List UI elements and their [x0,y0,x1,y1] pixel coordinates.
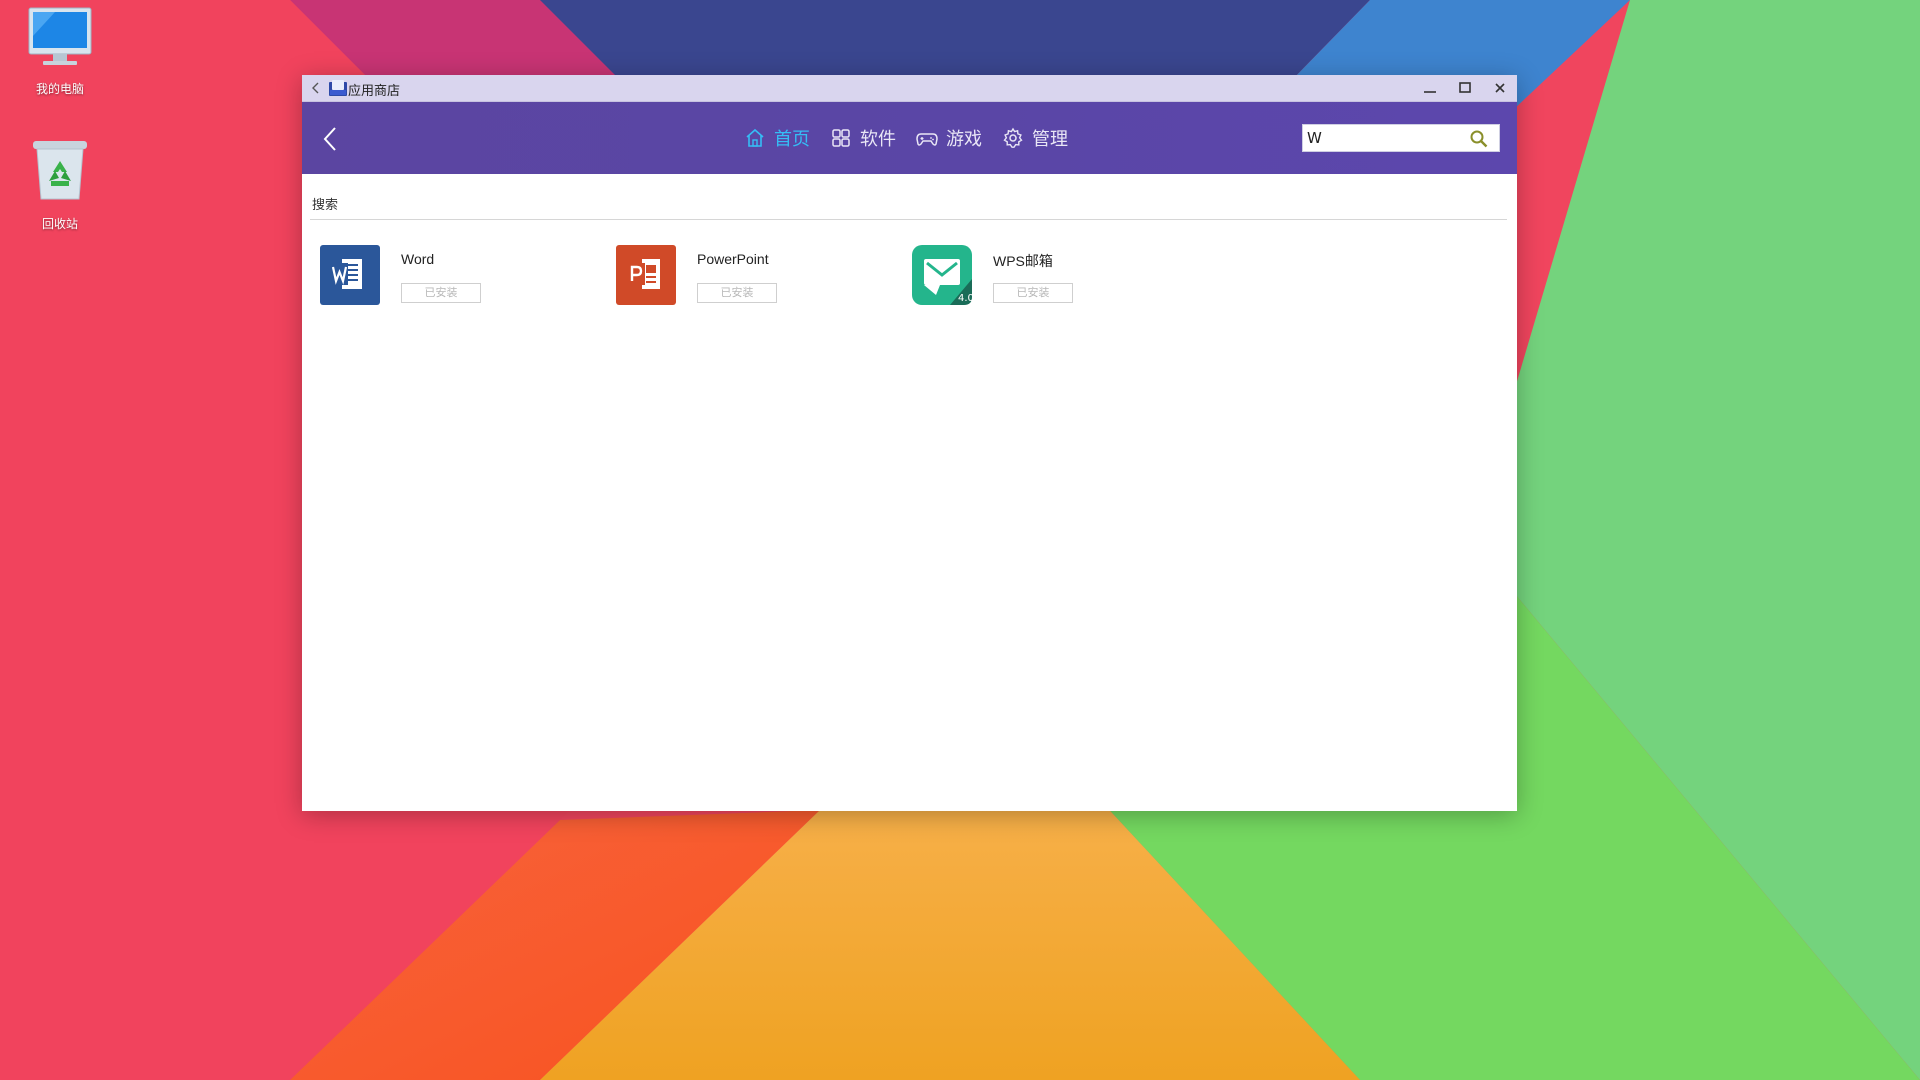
store-header: 首页 软件 游戏 管理 W [302,102,1517,174]
powerpoint-icon [616,245,676,305]
app-card-wps-mail[interactable]: 4.0 WPS邮箱 已安装 [910,243,1190,309]
app-store-icon [329,80,347,96]
titlebar-back-icon[interactable] [308,79,324,97]
desktop-icon-recycle-bin[interactable]: 回收站 [0,137,120,232]
app-name: PowerPoint [697,251,769,267]
desktop-icon-my-computer[interactable]: 我的电脑 [0,6,120,97]
nav-item-games[interactable]: 游戏 [916,125,982,151]
section-title: 搜索 [312,198,339,213]
nav-item-software[interactable]: 软件 [830,125,896,151]
gamepad-icon [916,133,938,146]
installed-button[interactable]: 已安装 [697,283,777,303]
app-name: Word [401,251,435,267]
main-nav: 首页 软件 游戏 管理 [744,122,1088,154]
search-input[interactable] [1307,127,1457,149]
minimize-icon [1424,91,1436,93]
svg-text:4.0: 4.0 [958,293,974,304]
app-store-window: 应用商店 首页 软件 游戏 管理 W 搜索 Word 已安装 PowerPoin… [302,75,1517,811]
close-button[interactable] [1489,78,1511,98]
nav-item-label: 管理 [1032,129,1068,150]
nav-item-manage[interactable]: 管理 [1002,125,1068,151]
grid-icon [832,129,850,147]
minimize-button[interactable] [1419,78,1441,98]
maximize-icon [1459,82,1471,93]
home-icon [746,128,764,147]
back-arrow-icon[interactable] [318,124,344,154]
desktop-icon-label: 回收站 [41,217,78,231]
nav-item-label: 首页 [774,129,810,150]
nav-item-home[interactable]: 首页 [744,125,810,151]
app-card-word[interactable]: Word 已安装 [318,243,598,309]
installed-button[interactable]: 已安装 [401,283,481,303]
app-name: WPS邮箱 [993,253,1053,269]
close-icon [1495,83,1505,93]
computer-icon [28,7,92,65]
wps-mail-icon: 4.0 [912,245,974,305]
gear-icon [1003,127,1023,148]
recycle-bin-icon [33,141,87,200]
maximize-button[interactable] [1454,78,1476,98]
title-bar: 应用商店 [302,75,1517,102]
search-icon[interactable] [1469,129,1489,149]
nav-item-label: 软件 [860,129,896,150]
desktop-icon-label: 我的电脑 [35,82,84,96]
window-title: 应用商店 [348,83,401,98]
search-box [1302,124,1500,152]
app-card-powerpoint[interactable]: PowerPoint 已安装 [614,243,894,309]
word-icon [320,245,380,305]
nav-item-label: 游戏 [946,129,982,150]
installed-button[interactable]: 已安装 [993,283,1073,303]
section-divider [310,219,1507,220]
